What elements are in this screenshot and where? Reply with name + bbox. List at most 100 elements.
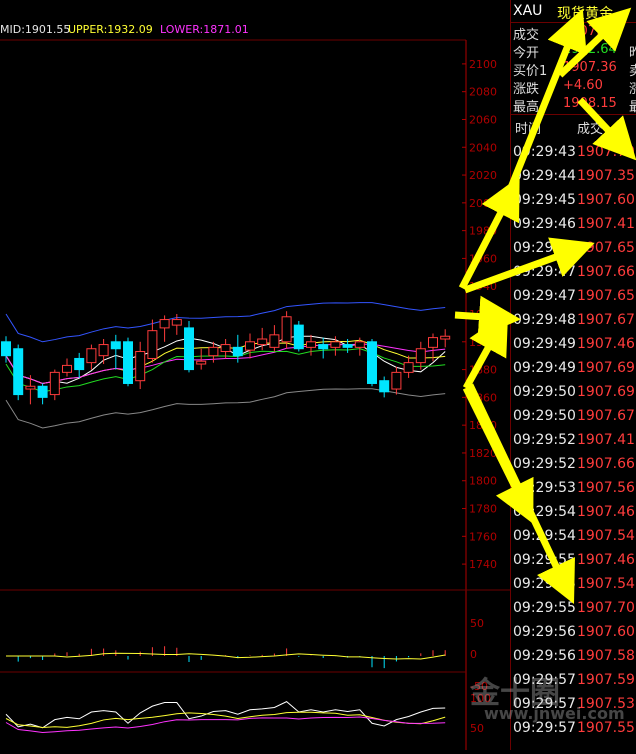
tick-row[interactable]: 09:29:52 1907.41 [511,432,636,456]
y-tick-label: 1760 [469,530,497,543]
symbol-code: XAU [513,3,543,19]
tick-row[interactable]: 09:29:49 1907.46 [511,336,636,360]
tick-row[interactable]: 09:29:53 1907.56 [511,480,636,504]
quote-row: 涨跌 +4.60 涨 [511,78,636,97]
quote-extra: 昨 [629,46,636,61]
tick-row[interactable]: 09:29:55 1907.54 [511,576,636,600]
tick-price: 1907.58 [577,648,635,664]
tick-time: 09:29:48 [513,312,576,328]
candle-body [135,351,146,382]
y-tick-label: 2000 [469,197,497,210]
tick-row[interactable]: 09:29:46 1907.65 [511,240,636,264]
y-tick-label: 1900 [469,336,497,349]
quote-label: 买价1 [513,64,548,79]
tick-row[interactable]: 09:29:47 1907.65 [511,288,636,312]
kline-chart[interactable]: MID:1901.55 UPPER:1932.09 LOWER:1871.01 … [0,0,510,750]
y-tick-label: 1940 [469,280,497,293]
tick-row[interactable]: 09:29:50 1907.67 [511,408,636,432]
tick-price: 1907.67 [577,312,635,328]
quote-label: 最高 [513,100,540,115]
candle-body [379,380,390,393]
y-tick-label: 1960 [469,252,497,265]
tick-row[interactable]: 09:29:54 1907.46 [511,504,636,528]
y-tick-label: 1740 [469,558,497,571]
y-tick-label: 1780 [469,503,497,516]
symbol-name: 现货黄金 [557,6,613,22]
candle-body [440,335,451,340]
tick-time: 09:29:56 [513,648,576,664]
candle-body [110,341,121,350]
candle-body [428,337,438,348]
tick-price: 1907.65 [577,288,635,304]
candle-body [13,348,24,396]
tick-time: 09:29:50 [513,408,576,424]
y-tick-label: 1840 [469,419,497,432]
candle-body [354,341,365,348]
tick-row[interactable]: 09:29:46 1907.41 [511,216,636,240]
tick-price: 1907.59 [577,672,635,688]
candle-body [147,330,158,359]
tick-header-price: 成交 [577,122,604,137]
tick-price: 1907.70 [577,600,635,616]
tick-row[interactable]: 09:29:47 1907.66 [511,264,636,288]
tick-price: 1907.69 [577,384,635,400]
tick-row[interactable]: 09:29:45 1907.60 [511,192,636,216]
y-tick-label: 2080 [469,86,497,99]
tick-price: 1907.67 [577,408,635,424]
tick-price: 1907.46 [577,552,635,568]
tick-time: 09:29:49 [513,336,576,352]
tick-time: 09:29:47 [513,288,576,304]
tick-row[interactable]: 09:29:49 1907.69 [511,360,636,384]
quote-extra: 卖 [629,64,636,79]
tick-price: 1907.54 [577,576,635,592]
quote-sidebar: XAU 现货黄金 成交 1907.36 今开 1912.64 昨买价1 1907.36 卖涨… [510,0,636,750]
quote-value: 1907.36 [563,60,617,75]
tick-row[interactable]: 09:29:44 1907.35 [511,168,636,192]
tick-time: 09:29:52 [513,432,576,448]
tick-time: 09:29:45 [513,192,576,208]
quote-row: 最高 1908.15 最 [511,96,636,115]
y-tick-label: 2060 [469,113,497,126]
tick-row[interactable]: 09:29:57 1907.55 [511,720,636,744]
symbol-header: XAU 现货黄金 [511,0,636,22]
tick-row[interactable]: 09:29:55 1907.46 [511,552,636,576]
candle-body [232,346,243,357]
candle-body [49,371,60,396]
tick-row[interactable]: 09:29:56 1907.60 [511,624,636,648]
tick-table-header: 时间 成交 [511,116,636,140]
header-mid: MID:1901.55 [0,23,70,36]
quote-row: 今开 1912.64 昨 [511,42,636,61]
candle-body [342,344,353,348]
tick-price: 1907.66 [577,264,635,280]
tick-time: 09:29:43 [513,144,576,160]
tick-time: 09:29:46 [513,240,576,256]
quote-extra: 涨 [629,82,636,97]
candle-body [62,364,72,373]
tick-time: 09:29:44 [513,168,576,184]
candle-body [25,385,36,390]
candle-body [184,327,194,371]
tick-price: 1907.41 [577,432,635,448]
tick-row[interactable]: 09:29:54 1907.54 [511,528,636,552]
tick-row[interactable]: 09:29:55 1907.70 [511,600,636,624]
ma-lower-line [5,388,446,429]
quote-label: 涨跌 [513,82,540,97]
sub-indicator-lines [5,646,446,734]
y-tick-label: 1920 [469,308,497,321]
tick-price: 1907.35 [577,168,635,184]
candle-body [245,341,255,351]
y-tick-label: 1980 [469,225,497,238]
tick-row[interactable]: 09:29:52 1907.66 [511,456,636,480]
tick-row[interactable]: 09:29:48 1907.67 [511,312,636,336]
candle-body [367,341,377,384]
candle-body [391,371,402,390]
tick-row[interactable]: 09:29:43 1907.70 [511,144,636,168]
tick-time: 09:29:49 [513,360,576,376]
quote-value: 1908.15 [563,96,617,111]
candle-body [37,385,48,398]
y-tick-label: 1820 [469,447,497,460]
candle-body [293,324,304,350]
tick-time: 09:29:55 [513,576,576,592]
kline-chart-area[interactable]: MID:1901.55 UPPER:1932.09 LOWER:1871.01 … [0,0,510,750]
tick-row[interactable]: 09:29:50 1907.69 [511,384,636,408]
